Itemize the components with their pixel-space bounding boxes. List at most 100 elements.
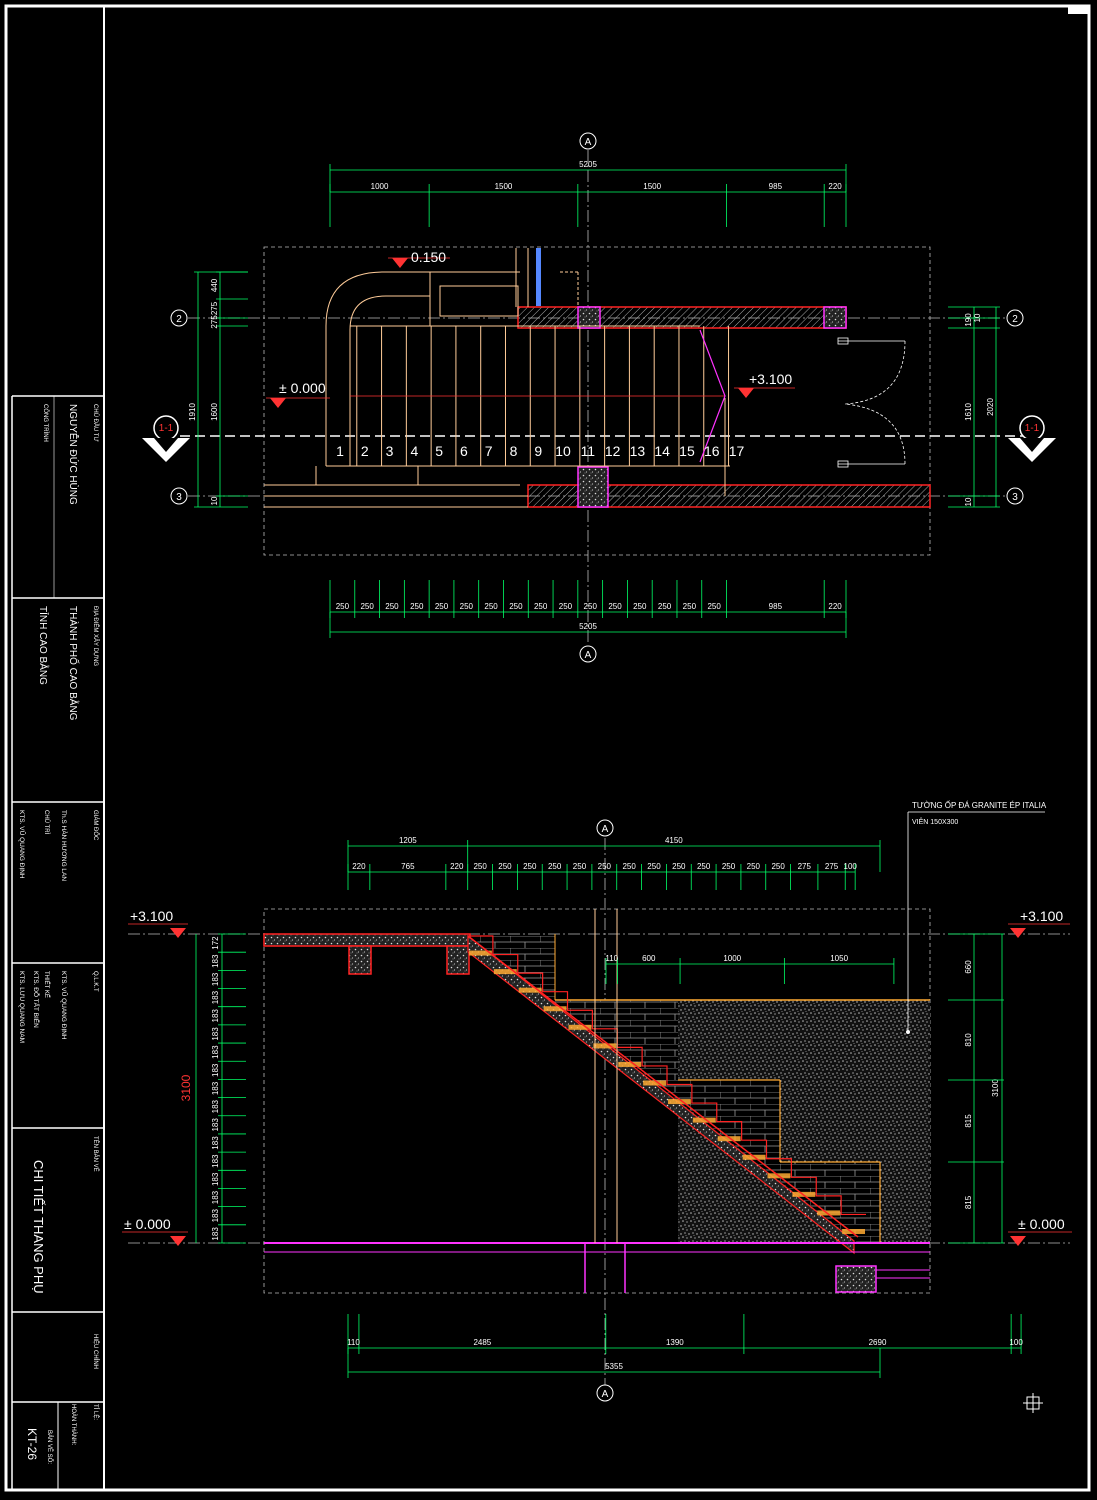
chu-dau-tu-name: NGUYỄN ĐỨC HÙNG xyxy=(67,404,80,505)
section-riser-label: 183 xyxy=(211,1154,220,1168)
section-right-label: 815 xyxy=(964,1195,973,1209)
section-top-dim-label: 250 xyxy=(622,862,636,871)
stair-tread xyxy=(643,1080,666,1086)
plan-top-dim-label: 1500 xyxy=(495,182,513,191)
section-top-dim-label: 250 xyxy=(722,862,736,871)
stair-footing xyxy=(835,1265,877,1293)
plan-bottom-dim-label: 250 xyxy=(435,602,449,611)
section-bottom-dim-label: 110 xyxy=(347,1338,360,1347)
plan-stair-lines xyxy=(264,248,730,508)
plan-step-number: 14 xyxy=(654,443,670,459)
section-level-right-bottom-text: ± 0.000 xyxy=(1018,1216,1065,1232)
giam-doc-name: Th.S HÀN HƯƠNG LAN xyxy=(60,810,69,881)
section-top-dim-label: 250 xyxy=(473,862,487,871)
plan-left-dim-a-label: 275 xyxy=(210,315,219,329)
axis-label-a-section-top: A xyxy=(602,824,609,835)
granite-cladding-2 xyxy=(780,1080,880,1162)
section-bottom-dim-label: 2485 xyxy=(473,1338,491,1347)
plan-bottom-dim-label: 985 xyxy=(769,602,783,611)
plan-wall-axis-2 xyxy=(517,306,847,329)
section-riser-label: 183 xyxy=(211,1099,220,1113)
section-riser-label: 172 xyxy=(211,936,220,950)
section-level-left-bottom-text: ± 0.000 xyxy=(124,1216,171,1232)
section-top-dim-label: 100 xyxy=(844,862,858,871)
section-riser-label: 183 xyxy=(211,1118,220,1132)
plan-bottom-dim-label: 250 xyxy=(360,602,374,611)
section-marker-right-label: 1-1 xyxy=(1025,423,1040,434)
plan-step-number: 5 xyxy=(435,443,443,459)
corner-mark xyxy=(1068,6,1089,14)
axis-label-a-top: A xyxy=(585,137,592,148)
plan-bottom-dim-label: 250 xyxy=(385,602,399,611)
plan-bottom-dim-label: 250 xyxy=(534,602,548,611)
section-level-right-top: +3.100 xyxy=(1008,908,1070,938)
section-riser-label: 183 xyxy=(211,1227,220,1241)
dia-diem-line-2: TỈNH CAO BẰNG xyxy=(37,606,50,685)
plan-left-1910: 1910 xyxy=(188,403,197,421)
plan-bottom-dim-label: 250 xyxy=(608,602,622,611)
plan-step-number: 9 xyxy=(534,443,542,459)
axis-label-3-left: 3 xyxy=(176,492,182,503)
plan-column-3 xyxy=(577,466,609,508)
section-marker-left-label: 1-1 xyxy=(159,423,174,434)
section-riser-label: 183 xyxy=(211,972,220,986)
section-bottom-total-label: 5355 xyxy=(605,1362,623,1371)
section-top-dim-label: 250 xyxy=(573,862,587,871)
section-top-dim-label: 250 xyxy=(647,862,661,871)
section-top-dim-label: 250 xyxy=(498,862,512,871)
dia-diem-line-1: THÀNH PHỐ CAO BẰNG xyxy=(67,606,81,721)
plan-step-numbers: 1 2 3 4 5 6 7 8 9 10 11 12 13 14 15 16 17 xyxy=(336,443,744,459)
slab-beam-1 xyxy=(348,945,372,975)
section-top-dim-label: 220 xyxy=(352,862,366,871)
section-bottom-dim-label: 100 xyxy=(1009,1338,1023,1347)
plan-bottom-dim-label: 250 xyxy=(509,602,523,611)
plan-step-number: 10 xyxy=(555,443,571,459)
plan-step-number: 17 xyxy=(729,443,745,459)
section-top-dim-label: 250 xyxy=(672,862,686,871)
section-riser-label: 183 xyxy=(211,990,220,1004)
qlkt-label: Q.L.K.T xyxy=(92,971,98,992)
plan-right-1610: 1610 xyxy=(964,403,973,421)
ten-ban-ve-label: TÊN BẢN VẼ xyxy=(92,1136,100,1172)
plan-top-dim-label: 985 xyxy=(769,182,783,191)
plan-step-number: 8 xyxy=(510,443,518,459)
plan-bottom-dim-label: 250 xyxy=(484,602,498,611)
plan-level-end-text: +3.100 xyxy=(749,371,792,387)
top-slab xyxy=(263,933,471,947)
plan-step-number: 6 xyxy=(460,443,468,459)
section-marker-right: 1-1 xyxy=(1008,415,1056,462)
plan-bottom-dim-label: 250 xyxy=(584,602,598,611)
plan-bottom-dim-label: 250 xyxy=(460,602,474,611)
section-riser-label: 183 xyxy=(211,1009,220,1023)
section-top-dim-label: 250 xyxy=(523,862,537,871)
plan-bottom-dim-label: 250 xyxy=(683,602,697,611)
chu-tri-name: KTS. VŨ QUANG ĐỊNH xyxy=(18,810,27,879)
section-top-dim-label: 250 xyxy=(697,862,711,871)
plan-bottom-dim-label: 250 xyxy=(336,602,350,611)
section-marker-left: 1-1 xyxy=(142,415,190,462)
section-right-label: 660 xyxy=(964,960,973,974)
section-level-right-bottom: ± 0.000 xyxy=(1008,1216,1072,1246)
cong-trinh-label: CÔNG TRÌNH xyxy=(42,404,49,442)
section-level-right-top-text: +3.100 xyxy=(1020,908,1063,924)
plan-boundary xyxy=(263,246,931,556)
giam-doc-label: GIÁM ĐỐC xyxy=(92,810,99,841)
section-riser-label: 183 xyxy=(211,1081,220,1095)
section-riser-label: 183 xyxy=(211,1136,220,1150)
plan-level-start-text: ± 0.000 xyxy=(279,380,326,396)
section-riser-label: 183 xyxy=(211,1209,220,1223)
thiet-ke-name-2: KTS. LƯU QUANG NAM xyxy=(18,971,25,1043)
plan-level-top: 0.150 xyxy=(388,249,450,268)
stair-section: A A TƯỜNG ỐP ĐÁ GRANITE ÉP ITALIA VIÊN 1… xyxy=(122,800,1072,1402)
granite-note-line-1: TƯỜNG ỐP ĐÁ GRANITE ÉP ITALIA xyxy=(912,800,1047,810)
section-top-dim-label: 275 xyxy=(798,862,812,871)
section-height-right: 3100 xyxy=(991,1079,1000,1097)
plan-bottom-total-label: 5205 xyxy=(579,622,597,631)
plan-railing xyxy=(536,248,541,306)
slab-beam-2 xyxy=(446,945,470,975)
drawing-sheet: CHỦ ĐẦU TƯ NGUYỄN ĐỨC HÙNG CÔNG TRÌNH ĐỊ… xyxy=(4,4,1091,1492)
stair-plan: A A 2 2 3 3 1-1 1-1 1 2 3 4 5 6 7 8 9 10… xyxy=(142,132,1056,663)
plan-step-number: 13 xyxy=(630,443,646,459)
sheet-border xyxy=(4,4,1091,1492)
plan-top-dim-label: 1000 xyxy=(371,182,389,191)
